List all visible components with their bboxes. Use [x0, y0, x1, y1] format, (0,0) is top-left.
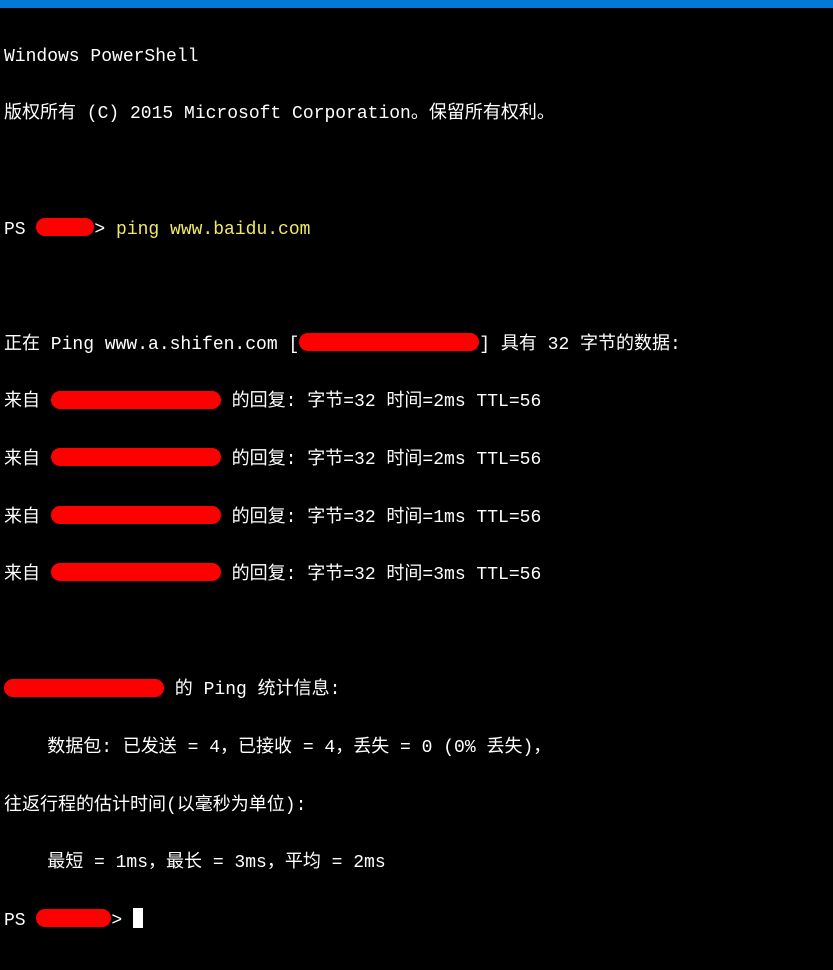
prompt-suffix: > — [94, 220, 116, 240]
blank-line — [4, 619, 829, 648]
reply-prefix: 来自 — [4, 392, 51, 412]
cursor-icon — [133, 908, 143, 928]
prompt-suffix: > — [111, 911, 133, 931]
reply-suffix: 的回复: 字节=32 时间=2ms TTL=56 — [221, 450, 541, 470]
reply-line: 来自 的回复: 字节=32 时间=2ms TTL=56 — [4, 446, 829, 475]
redacted-ip — [4, 679, 164, 697]
reply-line: 来自 的回复: 字节=32 时间=3ms TTL=56 — [4, 561, 829, 590]
redacted-ip — [51, 448, 221, 466]
prompt-prefix: PS — [4, 911, 36, 931]
reply-line: 来自 的回复: 字节=32 时间=2ms TTL=56 — [4, 388, 829, 417]
reply-suffix: 的回复: 字节=32 时间=2ms TTL=56 — [221, 392, 541, 412]
reply-prefix: 来自 — [4, 565, 51, 585]
redacted-ip — [51, 563, 221, 581]
redacted-ip — [299, 333, 479, 351]
blank-line — [4, 273, 829, 302]
stats-rtt-header: 往返行程的估计时间(以毫秒为单位): — [4, 792, 829, 821]
reply-prefix: 来自 — [4, 450, 51, 470]
stats-packets: 数据包: 已发送 = 4，已接收 = 4，丢失 = 0 (0% 丢失)， — [4, 734, 829, 763]
ping-header-line: 正在 Ping www.a.shifen.com [ ] 具有 32 字节的数据: — [4, 331, 829, 360]
window-titlebar — [0, 0, 833, 8]
terminal-output[interactable]: Windows PowerShell 版权所有 (C) 2015 Microso… — [0, 8, 833, 970]
command-text: ping www.baidu.com — [116, 220, 310, 240]
ps-copyright: 版权所有 (C) 2015 Microsoft Corporation。保留所有… — [4, 100, 829, 129]
stats-rtt-values: 最短 = 1ms，最长 = 3ms，平均 = 2ms — [4, 849, 829, 878]
redacted-path — [36, 909, 111, 927]
reply-suffix: 的回复: 字节=32 时间=1ms TTL=56 — [221, 508, 541, 528]
redacted-ip — [51, 506, 221, 524]
ping-header-suffix: ] 具有 32 字节的数据: — [479, 335, 681, 355]
redacted-ip — [51, 391, 221, 409]
redacted-path — [36, 218, 94, 236]
ps-title: Windows PowerShell — [4, 43, 829, 72]
stats-header-line: 的 Ping 统计信息: — [4, 676, 829, 705]
blank-line — [4, 158, 829, 187]
prompt-line-2[interactable]: PS > — [4, 907, 829, 936]
ping-header-prefix: 正在 Ping www.a.shifen.com [ — [4, 335, 299, 355]
prompt-prefix: PS — [4, 220, 36, 240]
reply-line: 来自 的回复: 字节=32 时间=1ms TTL=56 — [4, 504, 829, 533]
stats-header-suffix: 的 Ping 统计信息: — [164, 680, 340, 700]
reply-suffix: 的回复: 字节=32 时间=3ms TTL=56 — [221, 565, 541, 585]
reply-prefix: 来自 — [4, 508, 51, 528]
prompt-line-1: PS > ping www.baidu.com — [4, 216, 829, 245]
